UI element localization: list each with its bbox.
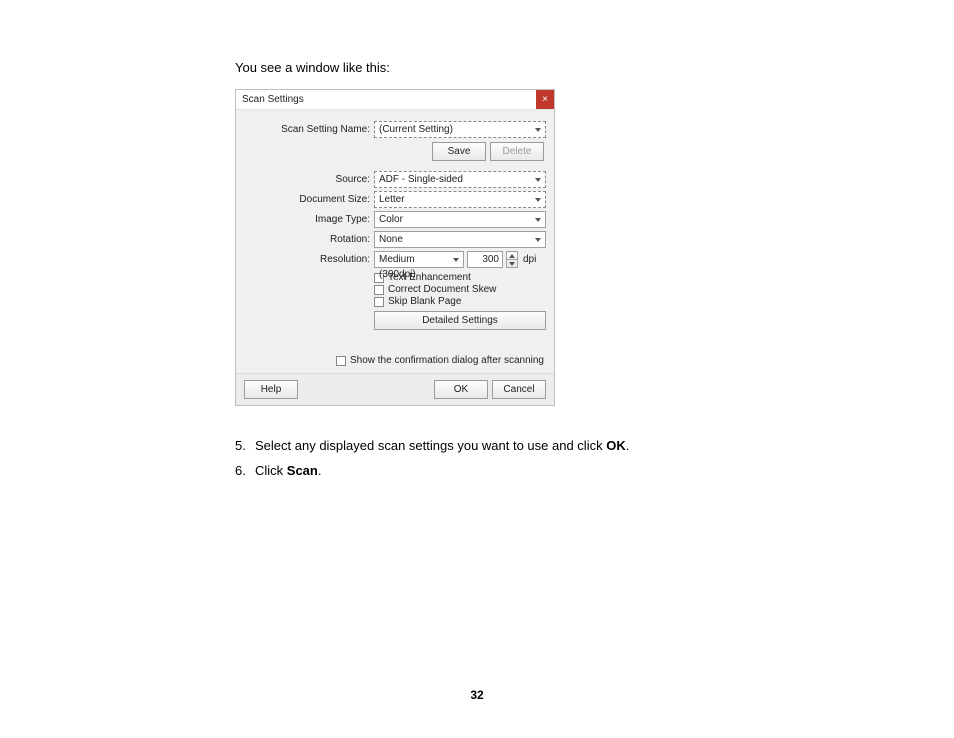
body-column: You see a window like this: Scan Setting… [235, 60, 795, 482]
page-number: 32 [0, 688, 954, 702]
combo-document-size[interactable]: Letter [374, 191, 546, 208]
help-button[interactable]: Help [244, 380, 298, 399]
label-rotation: Rotation: [244, 234, 374, 245]
intro-text: You see a window like this: [235, 60, 795, 75]
dialog-title: Scan Settings [236, 90, 536, 109]
step-5: 5. Select any displayed scan settings yo… [255, 436, 795, 457]
dialog-titlebar: Scan Settings × [236, 90, 554, 110]
row-save-delete: Save Delete [244, 142, 546, 161]
row-scan-setting-name: Scan Setting Name: (Current Setting) [244, 121, 546, 138]
row-confirmation: Show the confirmation dialog after scann… [244, 354, 546, 367]
label-document-size: Document Size: [244, 194, 374, 205]
checkbox-icon [374, 285, 384, 295]
checkbox-skip-blank[interactable]: Skip Blank Page [374, 296, 546, 307]
detailed-settings-button[interactable]: Detailed Settings [374, 311, 546, 330]
dialog-body: Scan Setting Name: (Current Setting) Sav… [236, 110, 554, 373]
checkbox-label: Show the confirmation dialog after scann… [350, 355, 544, 366]
close-icon[interactable]: × [536, 90, 554, 109]
chevron-up-icon[interactable] [507, 252, 517, 260]
delete-button[interactable]: Delete [490, 142, 544, 161]
combo-image-type[interactable]: Color [374, 211, 546, 228]
ok-button[interactable]: OK [434, 380, 488, 399]
checkbox-label: Correct Document Skew [388, 284, 496, 295]
row-resolution: Resolution: Medium (300dpi) 300 dpi [244, 251, 546, 268]
resolution-value-input[interactable]: 300 [467, 251, 503, 268]
steps-list: 5. Select any displayed scan settings yo… [255, 436, 795, 482]
combo-scan-setting-name[interactable]: (Current Setting) [374, 121, 546, 138]
checkbox-icon [374, 297, 384, 307]
row-document-size: Document Size: Letter [244, 191, 546, 208]
control-resolution: Medium (300dpi) 300 dpi [374, 251, 546, 268]
combo-rotation[interactable]: None [374, 231, 546, 248]
resolution-spinner[interactable] [506, 251, 518, 268]
step-6: 6. Click Scan. [255, 461, 795, 482]
label-source: Source: [244, 174, 374, 185]
step-number: 5. [235, 436, 255, 457]
dialog-footer: Help OK Cancel [236, 373, 554, 405]
label-scan-setting-name: Scan Setting Name: [244, 124, 374, 135]
step-text: Click Scan. [255, 461, 321, 482]
scan-settings-dialog: Scan Settings × Scan Setting Name: (Curr… [235, 89, 555, 406]
checkbox-correct-skew[interactable]: Correct Document Skew [374, 284, 546, 295]
step-text: Select any displayed scan settings you w… [255, 436, 629, 457]
label-image-type: Image Type: [244, 214, 374, 225]
resolution-unit: dpi [523, 254, 536, 265]
cancel-button[interactable]: Cancel [492, 380, 546, 399]
checkbox-label: Skip Blank Page [388, 296, 461, 307]
combo-resolution-preset[interactable]: Medium (300dpi) [374, 251, 464, 268]
document-page: You see a window like this: Scan Setting… [0, 0, 954, 738]
row-rotation: Rotation: None [244, 231, 546, 248]
control-scan-setting-name: (Current Setting) [374, 121, 546, 138]
step-number: 6. [235, 461, 255, 482]
row-detailed-settings: Detailed Settings [374, 311, 546, 330]
checkbox-icon [336, 356, 346, 366]
row-image-type: Image Type: Color [244, 211, 546, 228]
combo-source[interactable]: ADF - Single-sided [374, 171, 546, 188]
row-source: Source: ADF - Single-sided [244, 171, 546, 188]
chevron-down-icon[interactable] [507, 260, 517, 267]
label-resolution: Resolution: [244, 254, 374, 265]
save-button[interactable]: Save [432, 142, 486, 161]
checkbox-show-confirmation[interactable]: Show the confirmation dialog after scann… [336, 355, 544, 366]
